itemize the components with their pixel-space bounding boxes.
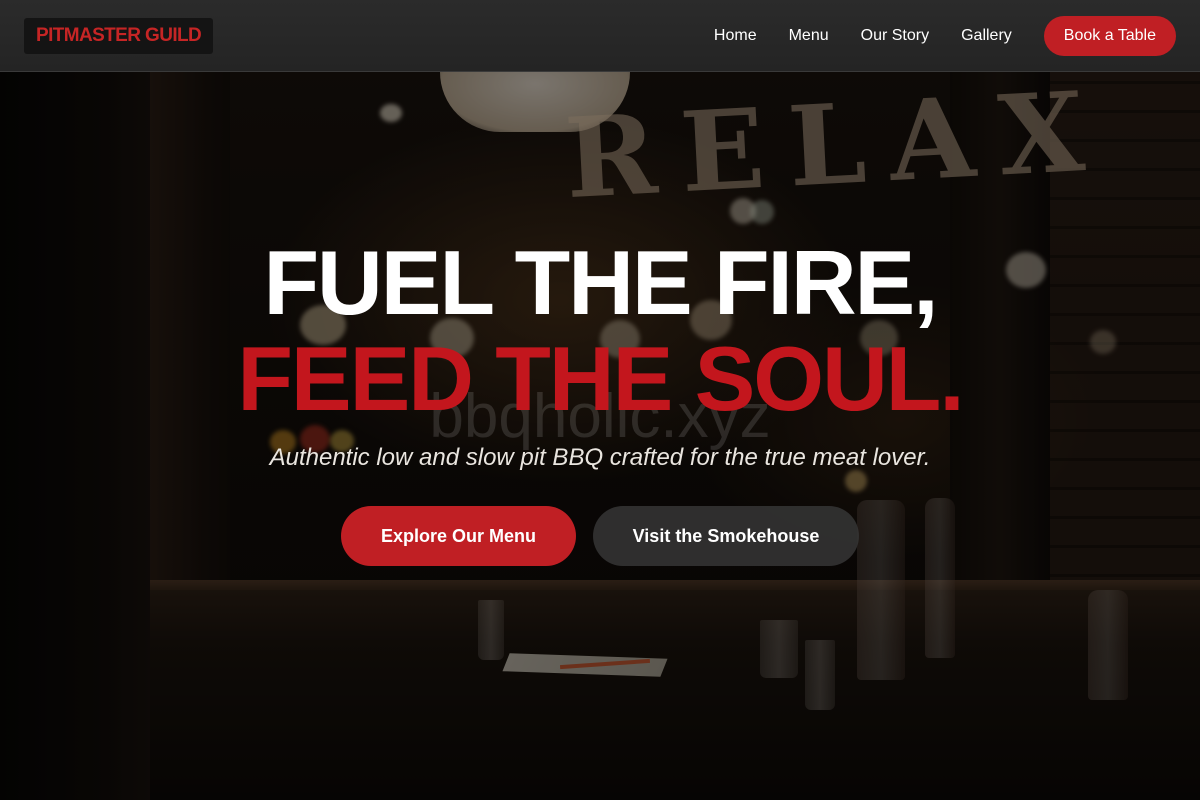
nav-menu[interactable]: Menu bbox=[789, 27, 829, 45]
site-header: PITMASTER GUILD Home Menu Our Story Gall… bbox=[0, 0, 1200, 72]
hero-section: FUEL THE FIRE, bbqholic.xyz FEED THE SOU… bbox=[0, 72, 1200, 800]
visit-smokehouse-button[interactable]: Visit the Smokehouse bbox=[593, 506, 859, 566]
logo[interactable]: PITMASTER GUILD bbox=[24, 17, 214, 54]
cta-group: Explore Our Menu Visit the Smokehouse bbox=[0, 506, 1200, 566]
headline-line-2: FEED THE SOUL. bbox=[237, 329, 964, 430]
main-nav: Home Menu Our Story Gallery Book a Table bbox=[714, 15, 1176, 56]
nav-home[interactable]: Home bbox=[714, 27, 757, 45]
nav-gallery[interactable]: Gallery bbox=[961, 27, 1012, 45]
logo-text: PITMASTER GUILD bbox=[36, 24, 202, 46]
explore-menu-button[interactable]: Explore Our Menu bbox=[341, 506, 576, 566]
book-table-button[interactable]: Book a Table bbox=[1043, 15, 1176, 56]
nav-our-story[interactable]: Our Story bbox=[861, 27, 929, 45]
hero-tagline: Authentic low and slow pit BBQ crafted f… bbox=[269, 444, 931, 471]
headline-line-1: FUEL THE FIRE, bbox=[263, 233, 938, 334]
